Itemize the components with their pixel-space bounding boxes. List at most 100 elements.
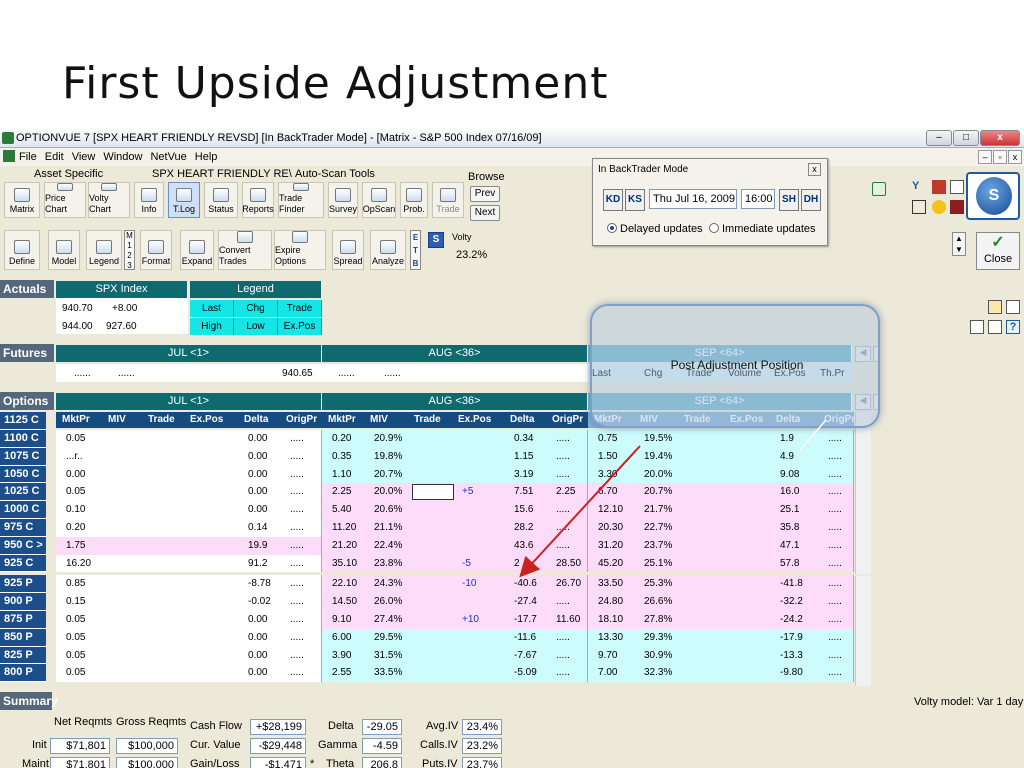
- table-cell[interactable]: .....: [290, 629, 304, 646]
- table-cell[interactable]: .....: [290, 555, 304, 572]
- table-cell[interactable]: 1.15: [514, 448, 533, 465]
- column-header[interactable]: OrigPr: [286, 412, 317, 428]
- next-day-button[interactable]: SH: [779, 189, 799, 211]
- table-cell[interactable]: 15.6: [514, 501, 533, 518]
- table-cell[interactable]: 28.50: [556, 555, 581, 572]
- table-cell[interactable]: 12.10: [598, 501, 623, 518]
- table-cell[interactable]: 0.10: [66, 501, 85, 518]
- table-cell[interactable]: +5: [462, 483, 473, 500]
- table-cell[interactable]: ...r..: [66, 448, 83, 465]
- next-button[interactable]: Next: [470, 205, 500, 221]
- table-cell[interactable]: .....: [828, 575, 842, 592]
- table-cell[interactable]: 27.8%: [644, 611, 672, 628]
- table-cell[interactable]: 0.15: [66, 593, 85, 610]
- table-cell[interactable]: +10: [462, 611, 479, 628]
- table-cell[interactable]: .....: [828, 519, 842, 536]
- table-cell[interactable]: .....: [828, 593, 842, 610]
- table-cell[interactable]: -5: [462, 555, 471, 572]
- table-cell[interactable]: 0.00: [248, 629, 267, 646]
- table-cell[interactable]: 0.85: [66, 575, 85, 592]
- row-count-stack[interactable]: M123: [124, 230, 135, 270]
- table-cell[interactable]: -17.7: [514, 611, 537, 628]
- table-cell[interactable]: 6.70: [598, 483, 617, 500]
- table-cell[interactable]: 0.00: [248, 647, 267, 664]
- table-cell[interactable]: 20.30: [598, 519, 623, 536]
- table-cell[interactable]: 0.14: [248, 519, 267, 536]
- table-cell[interactable]: 35.10: [332, 555, 357, 572]
- table-cell[interactable]: -24.2: [780, 611, 803, 628]
- table-cell[interactable]: 2.55: [332, 664, 351, 681]
- alert-icon[interactable]: [932, 180, 946, 194]
- table-cell[interactable]: 21.7%: [644, 501, 672, 518]
- printer-icon[interactable]: [988, 320, 1002, 334]
- table-cell[interactable]: 20.7%: [374, 466, 402, 483]
- table-cell[interactable]: .....: [290, 430, 304, 447]
- table-cell[interactable]: 31.20: [598, 537, 623, 554]
- model-button[interactable]: Model: [48, 230, 80, 270]
- table-cell[interactable]: 0.00: [248, 501, 267, 518]
- table-cell[interactable]: .....: [290, 448, 304, 465]
- table-cell[interactable]: 3.19: [514, 466, 533, 483]
- strike-label[interactable]: 800 P: [0, 664, 46, 683]
- table-cell[interactable]: 23.7%: [644, 537, 672, 554]
- table-cell[interactable]: 0.35: [332, 448, 351, 465]
- prev-button[interactable]: Prev: [470, 186, 500, 202]
- table-cell[interactable]: -10: [462, 575, 476, 592]
- table-cell[interactable]: 11.60: [556, 611, 580, 628]
- strike-label[interactable]: 900 P: [0, 593, 46, 611]
- table-cell[interactable]: -11.6: [514, 629, 536, 646]
- expire-options-button[interactable]: Expire Options: [274, 230, 326, 270]
- table-cell[interactable]: -32.2: [780, 593, 803, 610]
- table-cell[interactable]: .....: [828, 629, 842, 646]
- table-cell[interactable]: -5.09: [514, 664, 537, 681]
- table-cell[interactable]: 0.00: [248, 664, 267, 681]
- mail-icon[interactable]: [950, 180, 964, 194]
- table-cell[interactable]: .....: [828, 664, 842, 681]
- status-button[interactable]: Status: [204, 182, 238, 218]
- strike-label[interactable]: 1025 C: [0, 483, 46, 502]
- table-cell[interactable]: 3.90: [332, 647, 351, 664]
- table-cell[interactable]: -9.80: [780, 664, 803, 681]
- table-cell[interactable]: .....: [290, 466, 304, 483]
- table-row[interactable]: 0.05 0.00..... 2.25 20.0% +5 7.51 2.25 6.70 20.7…: [54, 483, 854, 502]
- table-cell[interactable]: 43.6: [514, 537, 533, 554]
- table-cell[interactable]: 0.00: [248, 483, 267, 500]
- table-cell[interactable]: .....: [556, 593, 570, 610]
- strike-label[interactable]: 875 P: [0, 611, 46, 629]
- strike-label[interactable]: 925 P: [0, 575, 46, 594]
- table-cell[interactable]: -27.4: [514, 593, 537, 610]
- analyze-button[interactable]: Analyze: [370, 230, 406, 270]
- puts-vertical-scrollbar[interactable]: [855, 576, 871, 686]
- backtrader-close-button[interactable]: x: [808, 163, 821, 176]
- mdi-restore-button[interactable]: ▫: [993, 150, 1007, 164]
- table-row[interactable]: 1.75 19.9..... 21.20 22.4% 43.6..... 31.20 23.…: [54, 536, 854, 555]
- strike-label[interactable]: 1075 C: [0, 447, 46, 466]
- delayed-updates-radio[interactable]: Delayed updates: [607, 223, 703, 235]
- strike-label[interactable]: 925 C: [0, 554, 46, 573]
- help-icon[interactable]: ?: [1006, 320, 1020, 334]
- reports-button[interactable]: Reports: [242, 182, 274, 218]
- table-cell[interactable]: 14.50: [332, 593, 357, 610]
- table-cell[interactable]: 23.8%: [374, 555, 402, 572]
- column-header[interactable]: Trade: [148, 412, 175, 428]
- table-cell[interactable]: 0.05: [66, 664, 85, 681]
- table-cell[interactable]: 26.70: [556, 575, 581, 592]
- table-cell[interactable]: 32.3%: [644, 664, 672, 681]
- table-cell[interactable]: 5.40: [332, 501, 351, 518]
- table-cell[interactable]: 0.00: [248, 611, 267, 628]
- table-cell[interactable]: .....: [828, 430, 842, 447]
- table-cell[interactable]: 2: [514, 555, 520, 572]
- prob-button[interactable]: Prob.: [400, 182, 428, 218]
- table-cell[interactable]: 47.1: [780, 537, 799, 554]
- strike-label[interactable]: 825 P: [0, 646, 46, 665]
- calls-vertical-scrollbar[interactable]: [855, 412, 871, 574]
- table-row[interactable]: 0.05 0.00..... 6.00 29.5% -11.6..... 13.30 29.…: [54, 628, 854, 647]
- table-cell[interactable]: 35.8: [780, 519, 799, 536]
- table-cell[interactable]: .....: [828, 611, 842, 628]
- menu-edit[interactable]: Edit: [45, 151, 64, 163]
- table-cell[interactable]: 1.50: [598, 448, 617, 465]
- table-cell[interactable]: 1.9: [780, 430, 794, 447]
- legend-button[interactable]: Legend: [86, 230, 122, 270]
- table-cell[interactable]: 16.20: [66, 555, 91, 572]
- table-cell[interactable]: 6.00: [332, 629, 351, 646]
